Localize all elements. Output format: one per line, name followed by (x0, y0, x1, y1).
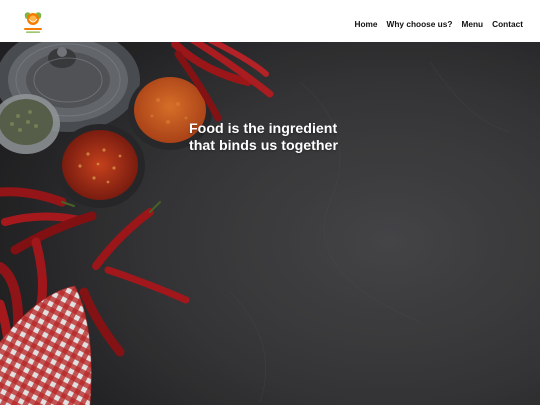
site-header: Home Why choose us? Menu Contact (0, 0, 540, 42)
nav-menu-link[interactable]: Menu (461, 19, 483, 29)
nav-contact-link[interactable]: Contact (492, 19, 523, 29)
main-nav: Home Why choose us? Menu Contact (354, 19, 523, 29)
page: Home Why choose us? Menu Contact Food is… (0, 0, 540, 405)
hero-headline: Food is the ingredient that binds us tog… (189, 121, 338, 154)
hero-background-image (0, 42, 540, 405)
logo-icon[interactable] (18, 6, 48, 36)
nav-why-choose-us-link[interactable]: Why choose us? (387, 19, 453, 29)
nav-home-link[interactable]: Home (354, 19, 377, 29)
hero-section: Food is the ingredient that binds us tog… (0, 42, 540, 405)
